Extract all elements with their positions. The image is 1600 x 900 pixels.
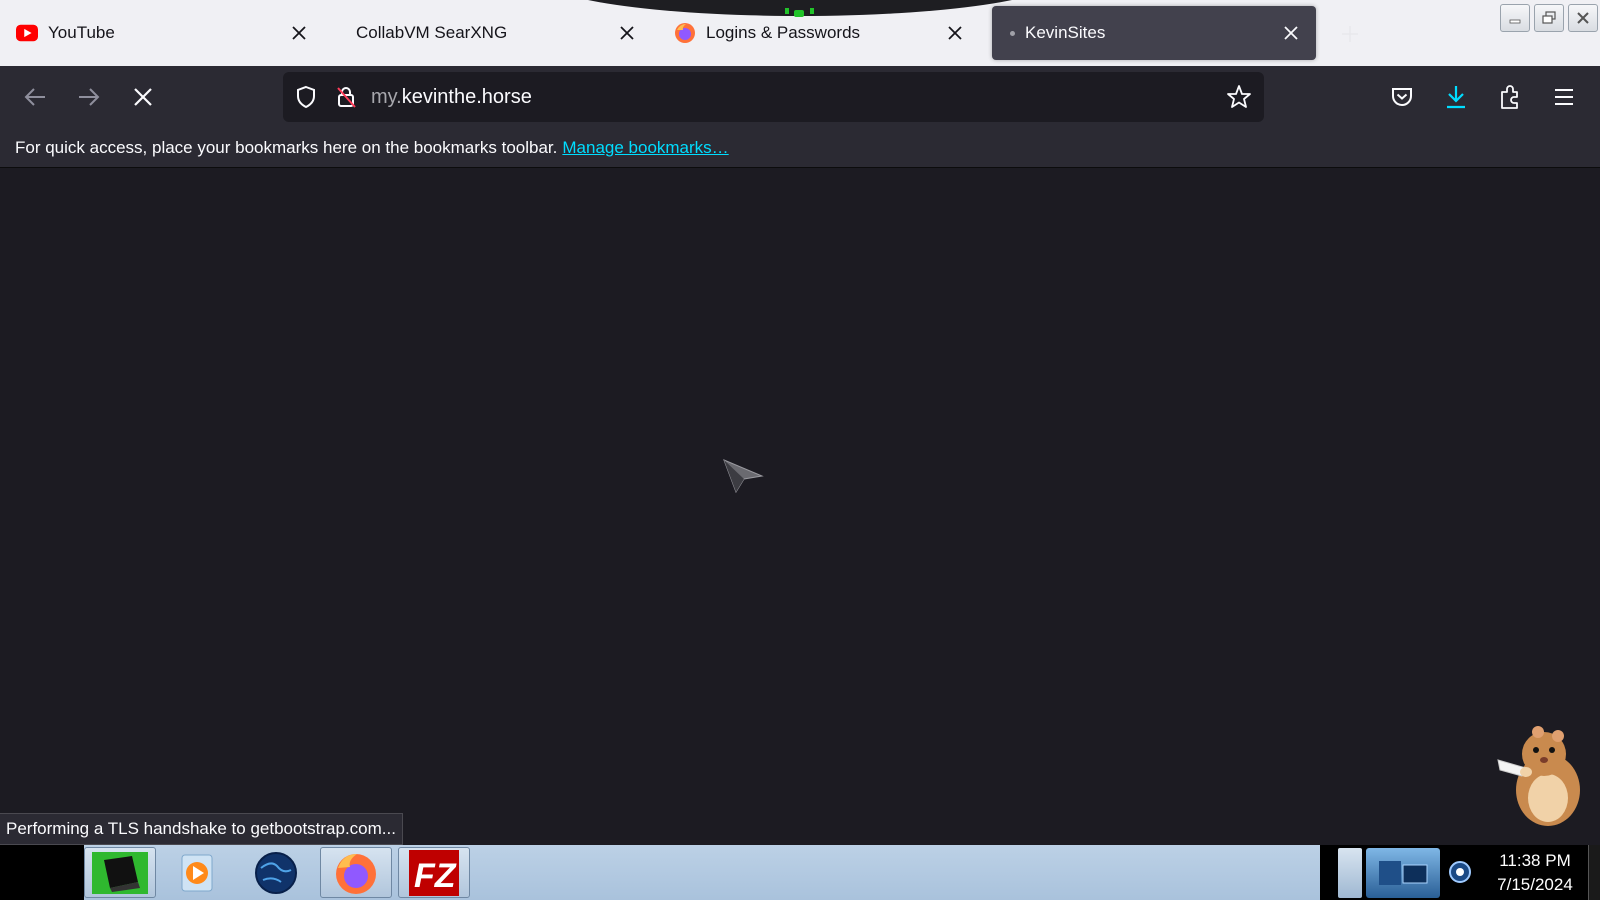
taskbar-filezilla-app[interactable]: FZ [398,847,470,898]
pocket-button[interactable] [1383,78,1421,116]
tab-youtube[interactable]: YouTube [4,6,324,60]
taskbar-globe-app[interactable] [240,847,312,898]
youtube-icon [16,22,38,44]
tray-status-icon[interactable] [1448,859,1472,885]
restore-icon [1542,11,1556,24]
network-icon [1379,861,1428,885]
tray-network-app[interactable] [1366,848,1440,898]
clock-time: 11:38 PM [1499,851,1571,870]
taskbar-media-player-app[interactable] [160,847,232,898]
close-icon[interactable] [286,20,312,46]
tab-collabvm-searxng[interactable]: CollabVM SearXNG [332,6,652,60]
filezilla-icon: FZ [409,849,459,896]
taskbar-firefox-app[interactable] [320,847,392,898]
bookmarks-empty-message: For quick access, place your bookmarks h… [15,137,558,157]
hamburger-menu-icon [1555,89,1573,105]
menu-button[interactable] [1545,78,1583,116]
close-icon [1577,12,1589,24]
taskbar: FZ 11:38 PM 7/15/2024 [0,845,1600,900]
minimize-button[interactable] [1500,4,1530,32]
manage-bookmarks-link[interactable]: Manage bookmarks… [562,138,728,158]
url-domain: kevinthe.horse [401,85,532,108]
tab-label: Logins & Passwords [706,23,861,42]
clock-date: 7/15/2024 [1497,875,1573,894]
download-icon [1447,86,1465,109]
close-icon[interactable] [942,20,968,46]
restore-button[interactable] [1534,4,1564,32]
status-bar: Performing a TLS handshake to getbootstr… [0,813,403,845]
media-player-icon [181,854,213,891]
back-button[interactable] [16,78,54,116]
bookmark-star-icon[interactable] [1224,82,1254,112]
firefox-icon [674,22,696,44]
stop-icon [134,88,152,106]
start-area[interactable] [0,845,84,900]
url-text[interactable]: my.kevinthe.horse [371,86,1224,109]
close-icon[interactable] [614,20,640,46]
tray-scroll-icon[interactable] [1338,848,1362,898]
pocket-icon [1392,88,1412,106]
show-desktop-button[interactable] [1588,845,1600,900]
tab-label: YouTube [48,23,115,42]
arrow-right-icon [79,88,100,106]
svg-text:FZ: FZ [414,857,457,895]
tab-label: CollabVM SearXNG [356,23,508,42]
arrow-left-icon [24,88,45,106]
navigation-toolbar: my.kevinthe.horse [0,66,1600,128]
bookmarks-toolbar: For quick access, place your bookmarks h… [0,128,1600,168]
mouse-cursor-icon [723,459,764,494]
tab-logins-passwords[interactable]: Logins & Passwords [662,6,980,60]
clock[interactable]: 11:38 PM 7/15/2024 [1480,849,1590,897]
tab-label: KevinSites [1025,23,1106,42]
hamster-mascot-icon [1497,726,1580,826]
page-content[interactable] [0,168,1600,845]
minimize-icon [1509,19,1521,24]
close-icon[interactable] [1278,20,1304,46]
stop-loading-button[interactable] [124,78,162,116]
globe-icon [255,851,297,894]
tab-kevinsites[interactable]: KevinSites [992,6,1316,60]
close-window-button[interactable] [1568,4,1598,32]
taskbar-terminal-app[interactable] [84,847,156,898]
puzzle-icon [1501,85,1518,109]
shield-icon[interactable] [291,82,321,112]
extensions-button[interactable] [1491,78,1529,116]
tab-strip: YouTube CollabVM SearXNG Logins & Passwo… [0,0,1600,66]
insecure-lock-icon[interactable] [331,82,361,112]
firefox-icon [336,853,376,894]
forward-button[interactable] [70,78,108,116]
url-bar[interactable]: my.kevinthe.horse [283,72,1264,122]
plus-icon [1342,26,1358,42]
new-tab-button[interactable] [1336,20,1364,48]
terminal-icon [92,851,148,894]
url-subdomain: my. [371,85,402,108]
loading-dot-icon [1010,30,1015,36]
downloads-button[interactable] [1437,78,1475,116]
